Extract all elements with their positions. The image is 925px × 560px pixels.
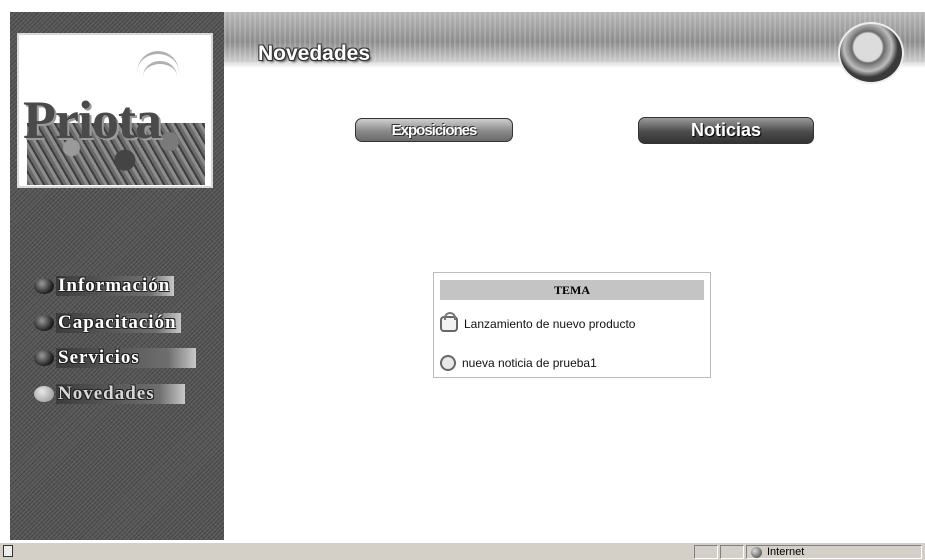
- emblem-icon: [838, 22, 904, 84]
- bullet-icon: [34, 350, 54, 366]
- zone-label: Internet: [767, 546, 805, 558]
- folder-open-icon: [440, 312, 458, 332]
- logo: Priota: [17, 33, 213, 188]
- nav-item-label: Servicios: [56, 348, 196, 368]
- nav-item-label: Novedades: [56, 384, 185, 404]
- noticias-label: Noticias: [690, 120, 762, 140]
- status-panel: [720, 545, 744, 559]
- bullet-icon: [34, 315, 54, 331]
- news-row[interactable]: Lanzamiento de nuevo producto: [440, 312, 636, 332]
- page-icon: [3, 545, 13, 557]
- logo-text: Priota: [23, 90, 162, 150]
- nav-item-label: Capacitación: [56, 313, 181, 333]
- status-bar: Internet: [0, 542, 925, 560]
- nav-item-novedades[interactable]: Novedades: [34, 383, 185, 405]
- circle-icon: [440, 355, 456, 371]
- news-title: Lanzamiento de nuevo producto: [464, 317, 636, 331]
- nav-item-capacitacion[interactable]: Capacitación: [34, 312, 181, 334]
- news-title: nueva noticia de prueba1: [462, 356, 597, 370]
- news-table-header: TEMA: [440, 280, 704, 300]
- logo-swirl: [143, 61, 177, 92]
- security-zone: Internet: [746, 545, 922, 559]
- nav-item-informacion[interactable]: Información: [34, 275, 175, 297]
- nav-item-label: Información: [56, 276, 175, 296]
- nav-item-servicios[interactable]: Servicios: [34, 347, 196, 369]
- exposiciones-button[interactable]: Exposiciones: [355, 118, 513, 142]
- page-title: Novedades: [258, 42, 371, 65]
- bullet-icon: [34, 278, 54, 294]
- bullet-icon: [34, 386, 54, 402]
- status-panel: [694, 545, 718, 559]
- noticias-button[interactable]: Noticias: [638, 117, 814, 144]
- news-row[interactable]: nueva noticia de prueba1: [440, 355, 597, 371]
- globe-icon: [751, 546, 762, 558]
- news-table: TEMA Lanzamiento de nuevo producto nueva…: [433, 272, 711, 378]
- exposiciones-label: Exposiciones: [391, 121, 478, 139]
